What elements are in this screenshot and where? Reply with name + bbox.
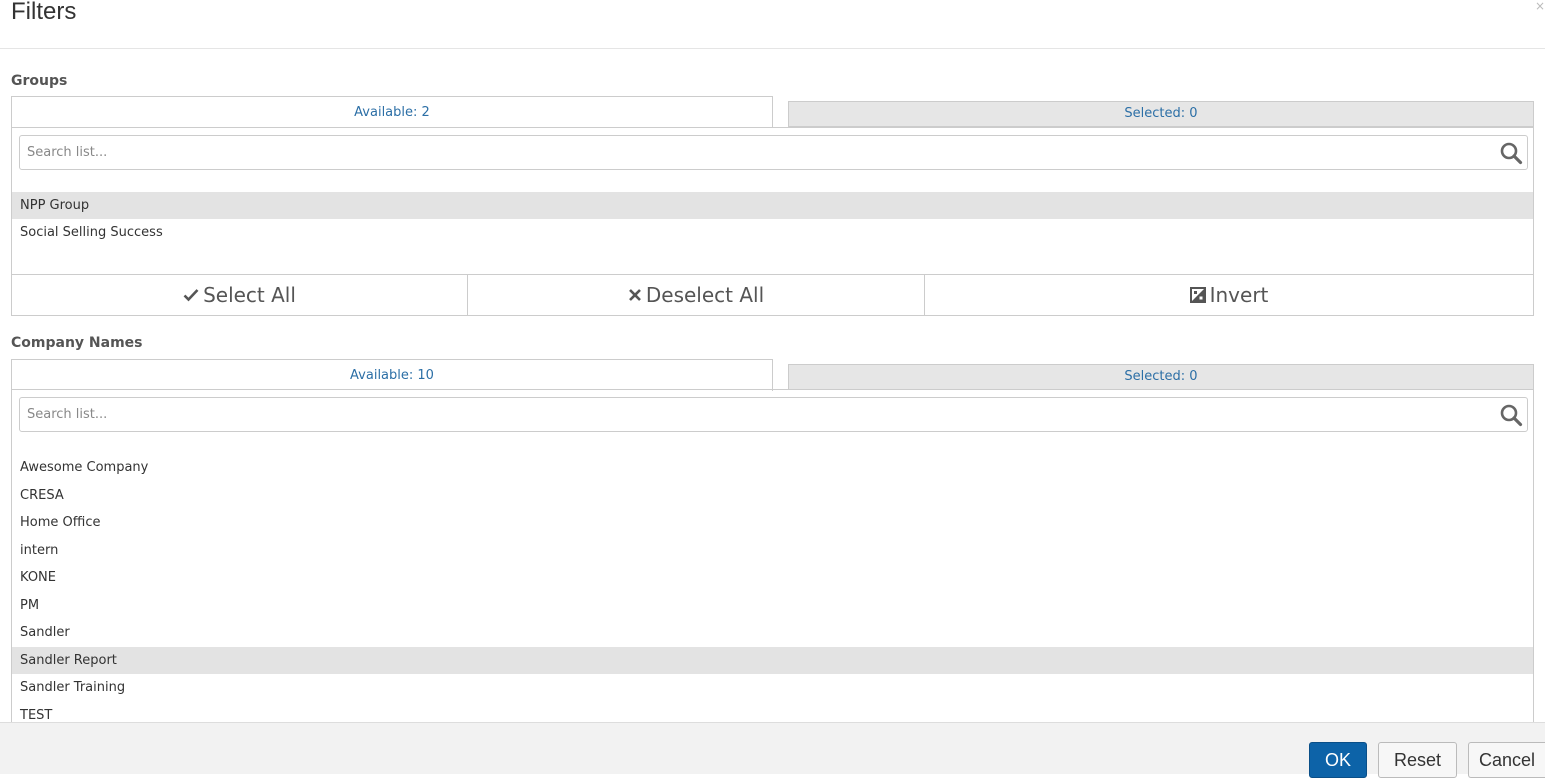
dialog-title: Filters xyxy=(11,0,77,25)
x-icon xyxy=(628,289,641,301)
list-item[interactable]: NPP Group xyxy=(12,192,1533,219)
list-item[interactable]: Awesome Company xyxy=(12,454,1533,481)
deselect-all-label: Deselect All xyxy=(645,283,765,307)
list-item[interactable]: Home Office xyxy=(12,509,1533,536)
company-tab-selected[interactable]: Selected: 0 xyxy=(788,364,1534,390)
list-item[interactable]: PM xyxy=(12,592,1533,619)
invert-button[interactable]: Invert xyxy=(925,275,1533,315)
company-search-input[interactable] xyxy=(25,398,1485,431)
groups-list-panel: NPP Group Social Selling Success xyxy=(11,127,1534,275)
groups-search-box xyxy=(19,135,1528,170)
list-item[interactable]: intern xyxy=(12,537,1533,564)
select-all-button[interactable]: Select All xyxy=(12,275,468,315)
groups-tab-available[interactable]: Available: 2 xyxy=(11,96,773,128)
dialog-footer: OK Reset Cancel xyxy=(0,722,1545,778)
cancel-button[interactable]: Cancel xyxy=(1468,742,1545,778)
ok-button[interactable]: OK xyxy=(1309,742,1367,778)
company-list-panel: Awesome Company CRESA Home Office intern… xyxy=(11,389,1534,723)
invert-label: Invert xyxy=(1209,283,1269,307)
groups-action-bar: Select All Deselect All Invert xyxy=(11,274,1534,316)
company-names-label: Company Names xyxy=(11,335,143,351)
deselect-all-button[interactable]: Deselect All xyxy=(468,275,925,315)
invert-icon xyxy=(1189,287,1206,303)
close-icon[interactable]: × xyxy=(1535,0,1545,12)
list-item[interactable]: CRESA xyxy=(12,482,1533,509)
header-divider xyxy=(0,48,1545,49)
list-item[interactable]: Sandler xyxy=(12,619,1533,646)
reset-button[interactable]: Reset xyxy=(1378,742,1457,778)
search-icon[interactable] xyxy=(1499,141,1523,165)
list-item[interactable]: KONE xyxy=(12,564,1533,591)
company-tab-available[interactable]: Available: 10 xyxy=(11,359,773,391)
list-item[interactable]: Social Selling Success xyxy=(12,219,1533,246)
search-icon[interactable] xyxy=(1499,403,1523,427)
groups-label: Groups xyxy=(11,73,68,89)
groups-search-input[interactable] xyxy=(25,136,1485,169)
list-item[interactable]: Sandler Report xyxy=(12,647,1533,674)
checkmark-icon xyxy=(183,289,199,302)
groups-tab-selected[interactable]: Selected: 0 xyxy=(788,101,1534,127)
list-item[interactable]: Sandler Training xyxy=(12,674,1533,701)
company-search-box xyxy=(19,397,1528,432)
select-all-label: Select All xyxy=(203,283,296,307)
